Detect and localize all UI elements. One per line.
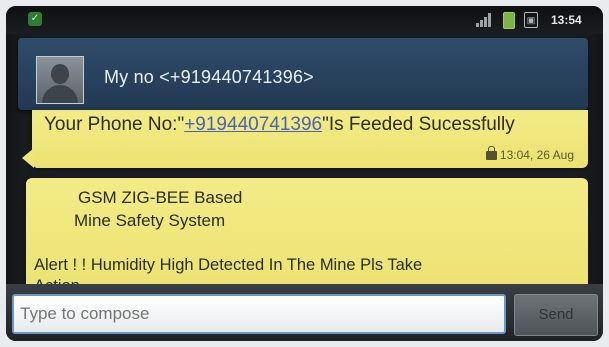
- message-bubble[interactable]: Your Phone No:"+919440741396"Is Feeded S…: [22, 110, 588, 168]
- message-text-part: Your Phone No:": [44, 114, 185, 135]
- conversation-header: My no <+919440741396>: [18, 38, 588, 110]
- status-clock: 13:54: [551, 13, 582, 27]
- message-timestamp: 13:04, 26 Aug: [485, 146, 574, 162]
- message-list[interactable]: Your Phone No:"+919440741396"Is Feeded S…: [6, 110, 603, 295]
- status-bar: ✓ ▣ 13:54: [6, 6, 603, 34]
- signal-icon: [476, 13, 494, 27]
- conversation-title: My no <+919440741396>: [104, 67, 314, 87]
- message-text-part: "Is Feeded Sucessfully: [322, 114, 515, 135]
- message-line: Mine Safety System: [74, 211, 226, 230]
- send-button[interactable]: Send: [514, 294, 598, 336]
- sd-card-icon: ▣: [524, 12, 538, 28]
- shield-icon: ✓: [28, 12, 42, 26]
- phone-screen: ✓ ▣ 13:54 My no <+919440741396> Your Pho…: [6, 6, 603, 341]
- message-text: Your Phone No:"+919440741396"Is Feeded S…: [44, 114, 515, 136]
- timestamp-text: 13:04, 26 Aug: [499, 148, 574, 162]
- message-line: Alert ! ! Humidity High Detected In The …: [34, 256, 423, 274]
- lock-icon: [485, 146, 497, 160]
- phone-number-link[interactable]: +919440741396: [184, 114, 322, 135]
- compose-input[interactable]: [12, 294, 506, 334]
- message-bubble[interactable]: GSM ZIG-BEE Based Mine Safety System Ale…: [26, 178, 588, 295]
- contact-avatar-icon[interactable]: [36, 56, 84, 104]
- battery-icon: [503, 12, 515, 29]
- compose-bar: Send: [6, 284, 603, 341]
- message-line: GSM ZIG-BEE Based: [78, 188, 243, 207]
